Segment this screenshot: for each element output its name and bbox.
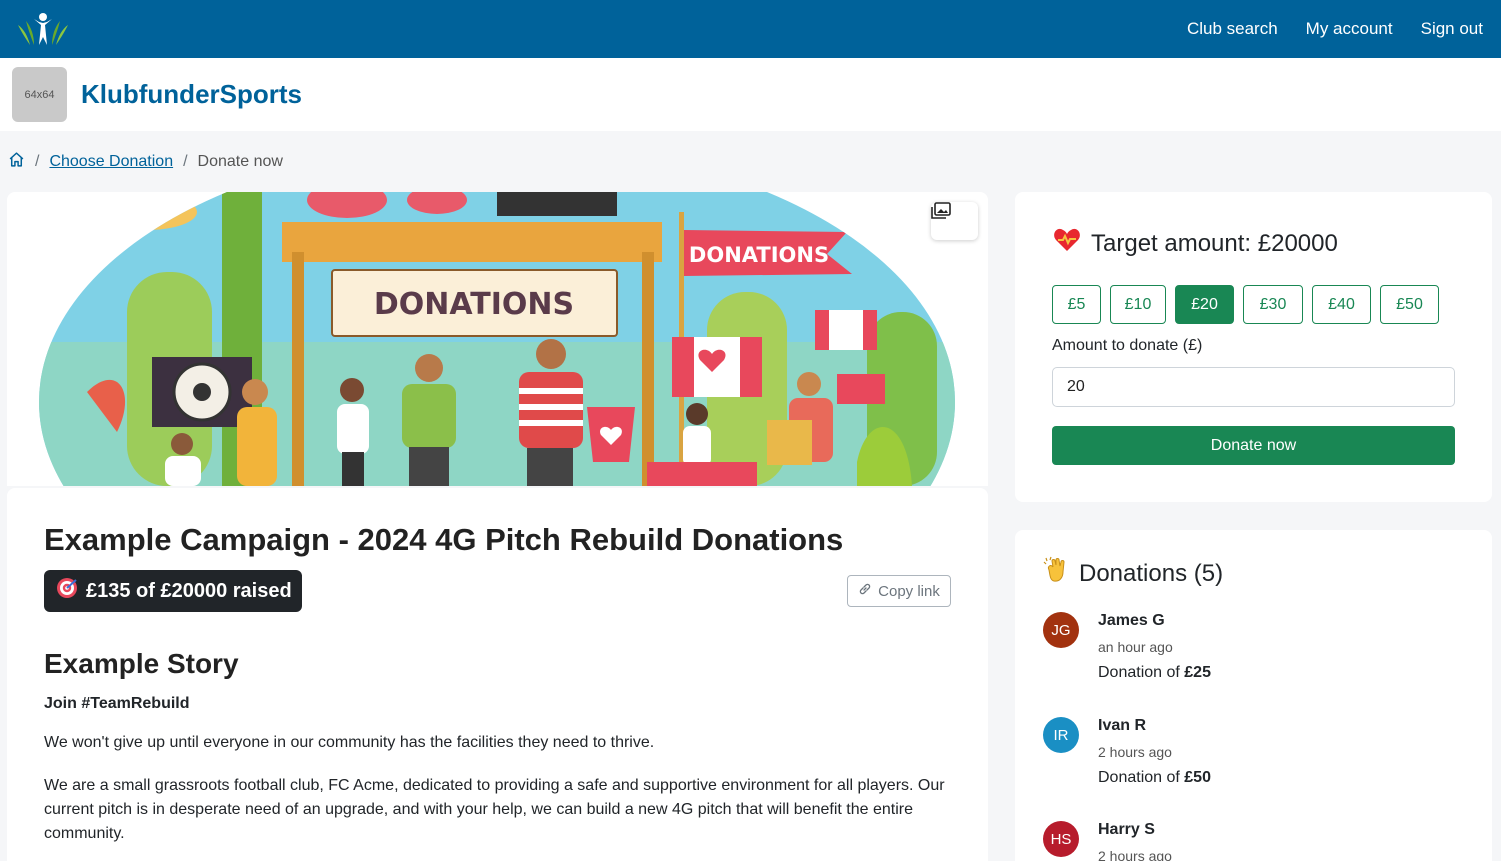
- people-leaves-logo[interactable]: [14, 7, 72, 51]
- donation-amount: Donation of £50: [1098, 769, 1211, 786]
- hero-flag-text: DONATIONS: [689, 243, 829, 267]
- donations-card: Donations (5) JG James G an hour ago Don…: [1015, 530, 1492, 861]
- story-paragraph: We won't give up until everyone in our c…: [44, 734, 655, 751]
- raised-text: £135 of £20000 raised: [86, 579, 292, 602]
- copy-link-button[interactable]: Copy link: [847, 575, 951, 607]
- breadcrumb-choose-donation[interactable]: Choose Donation: [49, 153, 173, 171]
- club-header: 64x64 KlubfunderSports: [0, 58, 1501, 131]
- gallery-button[interactable]: [931, 202, 978, 240]
- campaign-title: Example Campaign - 2024 4G Pitch Rebuild…: [44, 522, 844, 557]
- target-amount: Target amount: £20000: [1053, 228, 1338, 259]
- avatar: HS: [1043, 821, 1079, 857]
- donate-card: Target amount: £20000 £5 £10 £20 £30 £40…: [1015, 192, 1492, 502]
- breadcrumb-separator: /: [183, 153, 188, 170]
- target-text: Target amount: £20000: [1091, 229, 1338, 257]
- donation-amount: Donation of £25: [1098, 664, 1211, 681]
- amount-input[interactable]: [1052, 367, 1455, 407]
- story-title: Example Story: [44, 648, 239, 679]
- amount-option[interactable]: £50: [1380, 285, 1439, 324]
- campaign-hero-image[interactable]: DONATIONS DONATIONS: [7, 192, 988, 486]
- club-avatar[interactable]: 64x64: [12, 67, 67, 122]
- donation-time: 2 hours ago: [1098, 744, 1172, 760]
- top-navbar: Club search My account Sign out: [0, 0, 1501, 58]
- donations-title-text: Donations (5): [1079, 559, 1224, 587]
- amount-option[interactable]: £10: [1110, 285, 1166, 324]
- breadcrumb-current: Donate now: [197, 153, 283, 170]
- hero-sign-text: DONATIONS: [374, 287, 574, 322]
- club-name[interactable]: KlubfunderSports: [81, 79, 302, 110]
- avatar: IR: [1043, 717, 1079, 753]
- avatar: JG: [1043, 612, 1079, 648]
- top-nav-links: Club search My account Sign out: [1187, 19, 1483, 39]
- clapping-hands-icon: [1043, 556, 1071, 591]
- donations-title: Donations (5): [1043, 556, 1223, 591]
- amount-options: £5 £10 £20 £30 £40 £50: [1052, 285, 1439, 324]
- home-icon[interactable]: [8, 151, 25, 173]
- nav-sign-out[interactable]: Sign out: [1421, 19, 1483, 39]
- story-paragraph: We are a small grassroots football club,…: [44, 777, 945, 842]
- copy-link-label: Copy link: [878, 582, 940, 600]
- hero-illustration: DONATIONS DONATIONS: [39, 192, 955, 486]
- amount-option[interactable]: £40: [1312, 285, 1371, 324]
- breadcrumb-separator: /: [35, 153, 40, 170]
- donation-time: an hour ago: [1098, 639, 1173, 655]
- donate-now-button[interactable]: Donate now: [1052, 426, 1455, 465]
- link-icon: [858, 582, 872, 600]
- campaign-details: Example Campaign - 2024 4G Pitch Rebuild…: [7, 488, 988, 861]
- amount-option[interactable]: £30: [1243, 285, 1303, 324]
- amount-label: Amount to donate (£): [1052, 337, 1203, 354]
- breadcrumb: / Choose Donation / Donate now: [8, 150, 283, 174]
- amount-option-selected[interactable]: £20: [1175, 285, 1234, 324]
- nav-my-account[interactable]: My account: [1306, 19, 1393, 39]
- donation-time: 2 hours ago: [1098, 848, 1172, 861]
- target-icon: [56, 577, 78, 605]
- raised-badge: £135 of £20000 raised: [44, 570, 302, 612]
- nav-club-search[interactable]: Club search: [1187, 19, 1278, 39]
- amount-option[interactable]: £5: [1052, 285, 1101, 324]
- donor-name: Harry S: [1098, 821, 1155, 838]
- story-lead: Join #TeamRebuild: [44, 695, 190, 712]
- heart-icon: [1053, 228, 1081, 259]
- donor-name: James G: [1098, 612, 1165, 629]
- donor-name: Ivan R: [1098, 717, 1147, 734]
